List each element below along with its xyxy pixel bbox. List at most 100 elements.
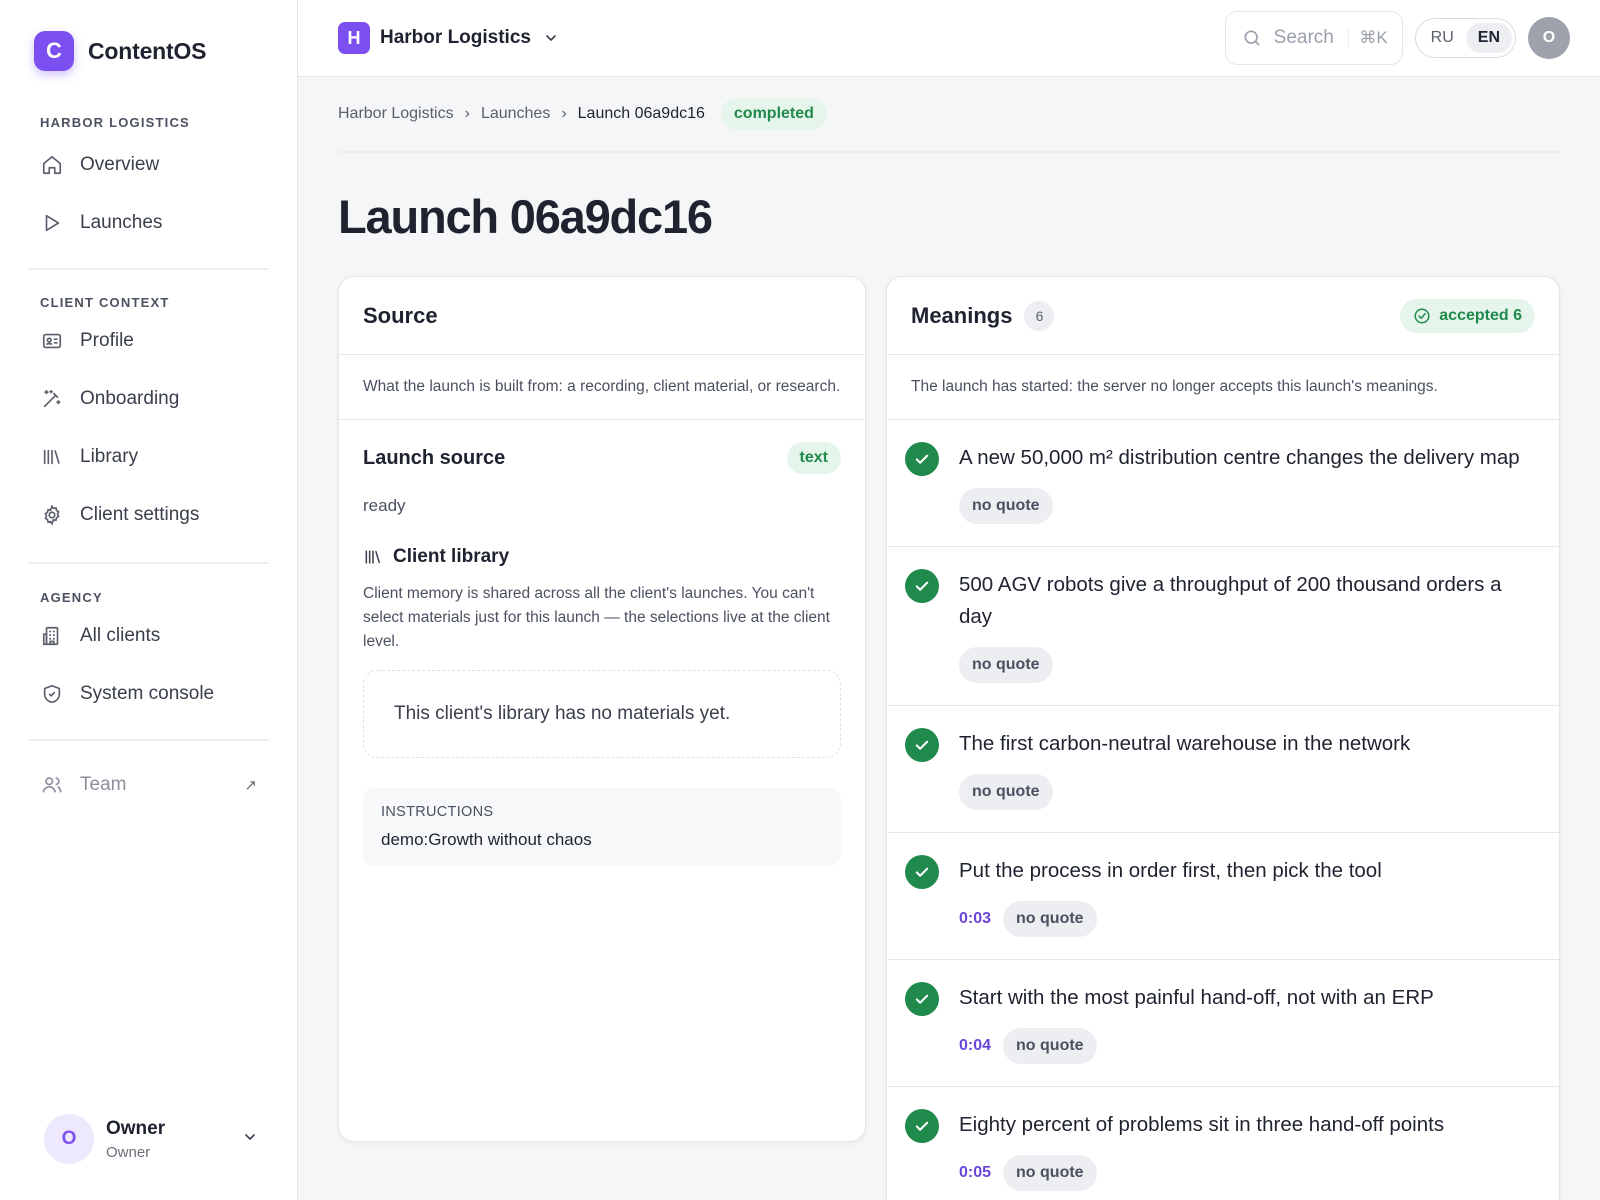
sidebar-item-team[interactable]: Team ↗: [0, 756, 297, 814]
section-title-client-context: CLIENT CONTEXT: [40, 295, 170, 310]
check-circle-icon: [1413, 307, 1431, 325]
quote-badge: no quote: [959, 488, 1053, 524]
sidebar-item-onboarding[interactable]: Onboarding: [0, 370, 297, 428]
meaning-item[interactable]: 500 AGV robots give a throughput of 200 …: [887, 547, 1559, 706]
status-badge: completed: [720, 98, 827, 130]
meanings-count: 6: [1024, 300, 1055, 331]
meaning-item[interactable]: A new 50,000 m² distribution centre chan…: [887, 420, 1559, 547]
external-link-icon: ↗: [244, 777, 257, 794]
sidebar-item-overview[interactable]: Overview: [0, 136, 297, 194]
breadcrumb-separator: ›: [561, 105, 567, 122]
avatar[interactable]: O: [1528, 17, 1570, 59]
sidebar-item-label: Onboarding: [80, 388, 180, 409]
source-title: Source: [363, 302, 438, 328]
topbar: H Harbor Logistics Search ⌘K RU EN O: [298, 0, 1600, 77]
meaning-item[interactable]: Start with the most painful hand-off, no…: [887, 960, 1559, 1087]
quote-badge: no quote: [959, 647, 1053, 683]
page-title: Launch 06a9dc16: [338, 190, 713, 243]
play-icon: [40, 211, 64, 235]
building-icon: [40, 624, 64, 648]
meaning-item[interactable]: The first carbon-neutral warehouse in th…: [887, 706, 1559, 833]
meaning-timestamp[interactable]: 0:04: [959, 1037, 991, 1055]
meaning-text: 500 AGV robots give a throughput of 200 …: [959, 573, 1502, 628]
main-area: H Harbor Logistics Search ⌘K RU EN O Har…: [298, 0, 1600, 1200]
client-library-heading: Client library: [363, 546, 841, 568]
search-input[interactable]: Search ⌘K: [1224, 11, 1403, 65]
chevron-down-icon: [543, 30, 559, 46]
meaning-item[interactable]: Put the process in order first, then pic…: [887, 833, 1559, 960]
check-icon: [905, 442, 939, 476]
source-status: ready: [363, 496, 406, 515]
sidebar-item-system-console[interactable]: System console: [0, 665, 297, 723]
language-switch: RU EN: [1414, 18, 1516, 58]
breadcrumb-item[interactable]: Harbor Logistics: [338, 105, 454, 123]
avatar: O: [44, 1114, 94, 1164]
meanings-list: A new 50,000 m² distribution centre chan…: [887, 420, 1559, 1200]
accepted-label: accepted 6: [1439, 306, 1522, 324]
source-card: Source What the launch is built from: a …: [338, 276, 866, 1142]
chevron-down-icon: [242, 1129, 258, 1150]
sidebar-item-label: Team: [80, 774, 127, 795]
check-icon: [905, 982, 939, 1016]
quote-badge: no quote: [959, 774, 1053, 810]
sidebar-item-label: System console: [80, 683, 215, 704]
source-type-badge: text: [786, 442, 841, 474]
sidebar-item-label: Launches: [80, 212, 163, 233]
brand[interactable]: C ContentOS: [0, 0, 297, 71]
quote-badge: no quote: [1003, 901, 1097, 937]
instructions-value: demo:Growth without chaos: [381, 830, 592, 849]
instructions-box: INSTRUCTIONS demo:Growth without chaos: [363, 788, 841, 866]
search-shortcut: ⌘K: [1348, 28, 1388, 48]
lang-option-en[interactable]: EN: [1465, 23, 1512, 53]
instructions-label: INSTRUCTIONS: [381, 804, 494, 820]
user-role: Owner: [106, 1143, 151, 1161]
meaning-text: The first carbon-neutral warehouse in th…: [959, 732, 1411, 755]
sidebar-item-label: Client settings: [80, 504, 200, 525]
accepted-badge: accepted 6: [1400, 298, 1535, 333]
meaning-timestamp[interactable]: 0:05: [959, 1164, 991, 1182]
check-icon: [905, 855, 939, 889]
section-title-agency: AGENCY: [40, 590, 103, 605]
library-empty-state: This client's library has no materials y…: [363, 670, 841, 758]
sidebar-item-label: All clients: [80, 625, 161, 646]
sidebar-item-all-clients[interactable]: All clients: [0, 607, 297, 665]
section-title-harbor: HARBOR LOGISTICS: [40, 115, 190, 130]
meaning-text: Put the process in order first, then pic…: [959, 859, 1382, 882]
search-placeholder: Search: [1273, 27, 1334, 48]
meaning-text: Eighty percent of problems sit in three …: [959, 1113, 1445, 1136]
client-library-description: Client memory is shared across all the c…: [363, 585, 830, 650]
meanings-notice: The launch has started: the server no lo…: [887, 355, 1559, 420]
sidebar-item-profile[interactable]: Profile: [0, 312, 297, 370]
sidebar: C ContentOS HARBOR LOGISTICS Overview La…: [0, 0, 298, 1200]
brand-logo: C: [34, 31, 74, 71]
shield-icon: [40, 682, 64, 706]
gear-icon: [40, 503, 64, 527]
breadcrumb-separator: ›: [464, 105, 470, 122]
sidebar-item-label: Overview: [80, 154, 160, 175]
library-icon: [363, 547, 383, 567]
sidebar-item-launches[interactable]: Launches: [0, 194, 297, 252]
quote-badge: no quote: [1003, 1028, 1097, 1064]
workspace-switcher[interactable]: H Harbor Logistics: [338, 22, 559, 54]
sidebar-item-client-settings[interactable]: Client settings: [0, 486, 297, 544]
magic-wand-icon: [40, 387, 64, 411]
breadcrumb-current: Launch 06a9dc16: [577, 105, 705, 122]
library-icon: [40, 445, 64, 469]
meaning-item[interactable]: Eighty percent of problems sit in three …: [887, 1087, 1559, 1200]
user-name: Owner: [106, 1117, 166, 1139]
breadcrumb-item[interactable]: Launches: [481, 105, 550, 123]
sidebar-item-library[interactable]: Library: [0, 428, 297, 486]
meanings-card: Meanings 6 accepted 6 The launch has sta…: [886, 276, 1560, 1200]
user-menu[interactable]: O Owner Owner: [44, 1114, 258, 1164]
brand-name: ContentOS: [88, 37, 207, 64]
workspace-logo: H: [338, 22, 370, 54]
breadcrumb: Harbor Logistics › Launches › Launch 06a…: [338, 77, 1560, 153]
meaning-text: A new 50,000 m² distribution centre chan…: [959, 446, 1520, 469]
meaning-timestamp[interactable]: 0:03: [959, 910, 991, 928]
id-card-icon: [40, 329, 64, 353]
check-icon: [905, 728, 939, 762]
meanings-title: Meanings: [911, 302, 1013, 328]
users-icon: [40, 773, 64, 797]
lang-option-ru[interactable]: RU: [1419, 23, 1466, 53]
quote-badge: no quote: [1003, 1155, 1097, 1191]
